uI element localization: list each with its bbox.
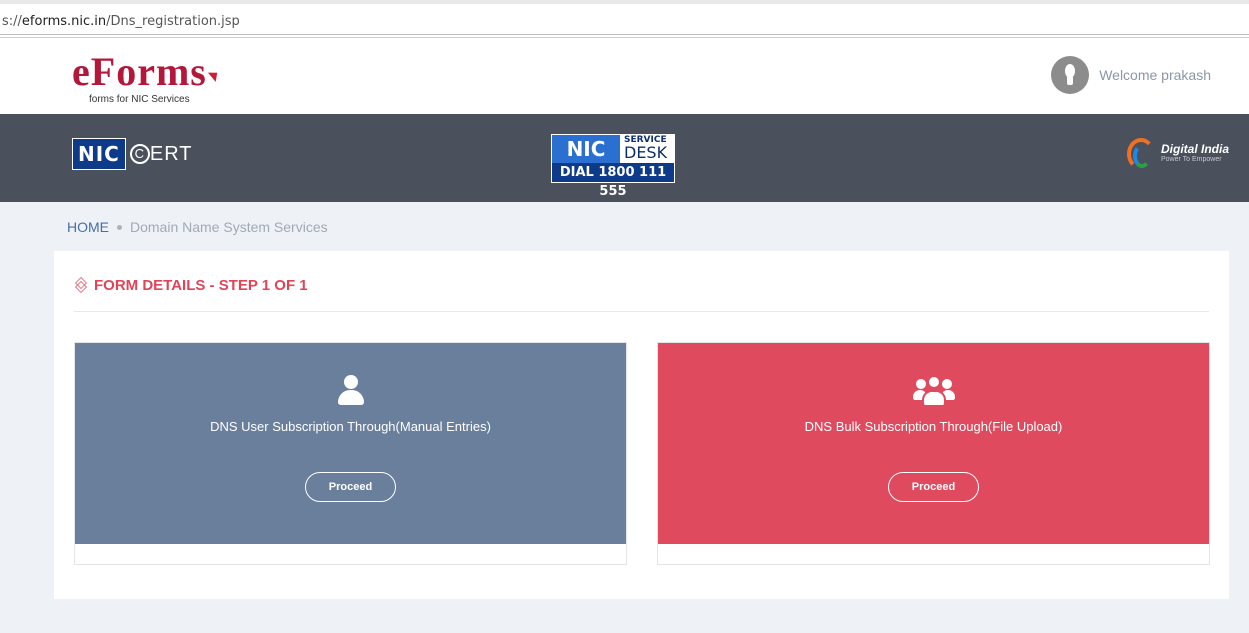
service-desk-text: SERVICE DESK [624,135,668,162]
avatar-icon[interactable] [1051,56,1090,94]
nic-cert-cert-label: C ERT [129,143,193,166]
address-bar[interactable]: s://eforms.nic.in/Dns_registration.jsp [0,0,1249,38]
partner-banner: NIC C ERT NIC SERVICE DESK DIAL 1800 111 … [0,114,1249,202]
cert-c-icon: C [129,144,150,165]
digital-india-swirl-icon [1123,136,1157,170]
breadcrumb-separator [117,224,122,230]
breadcrumb: HOME Domain Name System Services [67,219,328,235]
bulk-subscription-face: DNS Bulk Subscription Through(File Uploa… [658,343,1209,544]
manual-subscription-label: DNS User Subscription Through(Manual Ent… [210,419,491,434]
breadcrumb-current: Domain Name System Services [130,219,328,235]
manual-subscription-card: DNS User Subscription Through(Manual Ent… [74,342,627,565]
bulk-subscription-card: DNS Bulk Subscription Through(File Uploa… [657,342,1210,565]
bulk-proceed-button[interactable]: Proceed [888,472,979,502]
nic-cert-logo: NIC C ERT [72,138,193,170]
form-title: FORM DETAILS - STEP 1 OF 1 [74,276,308,294]
breadcrumb-home-link[interactable]: HOME [67,219,109,235]
manual-proceed-button[interactable]: Proceed [305,472,396,502]
layers-icon [74,276,88,293]
digital-india-text: Digital India [1160,141,1229,156]
form-title-text: FORM DETAILS - STEP 1 OF 1 [94,277,308,294]
site-header: eForms forms for NIC Services Welcome pr… [0,38,1249,114]
bulk-subscription-label: DNS Bulk Subscription Through(File Uploa… [804,419,1063,434]
user-welcome[interactable]: Welcome prakash [1051,56,1211,94]
logo-tagline: forms for NIC Services [89,94,190,105]
user-icon [336,375,366,405]
digital-india-tagline: Power To Empower [1160,155,1222,163]
divider [0,34,1249,35]
logo-text: eForms [72,49,207,94]
digital-india-logo: Digital India Power To Empower [1123,136,1229,170]
nic-cert-nic-label: NIC [72,138,126,170]
eforms-logo[interactable]: eForms forms for NIC Services [72,49,221,105]
service-desk-logo: NIC SERVICE DESK DIAL 1800 111 555 [551,134,675,199]
users-icon [912,375,955,405]
welcome-text: Welcome prakash [1099,67,1211,83]
address-url[interactable]: s://eforms.nic.in/Dns_registration.jsp [2,14,240,29]
service-desk-nic: NIC [552,135,620,163]
service-desk-dial: DIAL 1800 111 555 [552,163,674,199]
manual-subscription-face: DNS User Subscription Through(Manual Ent… [75,343,626,544]
form-divider [74,311,1209,312]
form-panel: FORM DETAILS - STEP 1 OF 1 DNS User Subs… [54,251,1229,599]
cursor-arrow-icon [207,68,221,82]
